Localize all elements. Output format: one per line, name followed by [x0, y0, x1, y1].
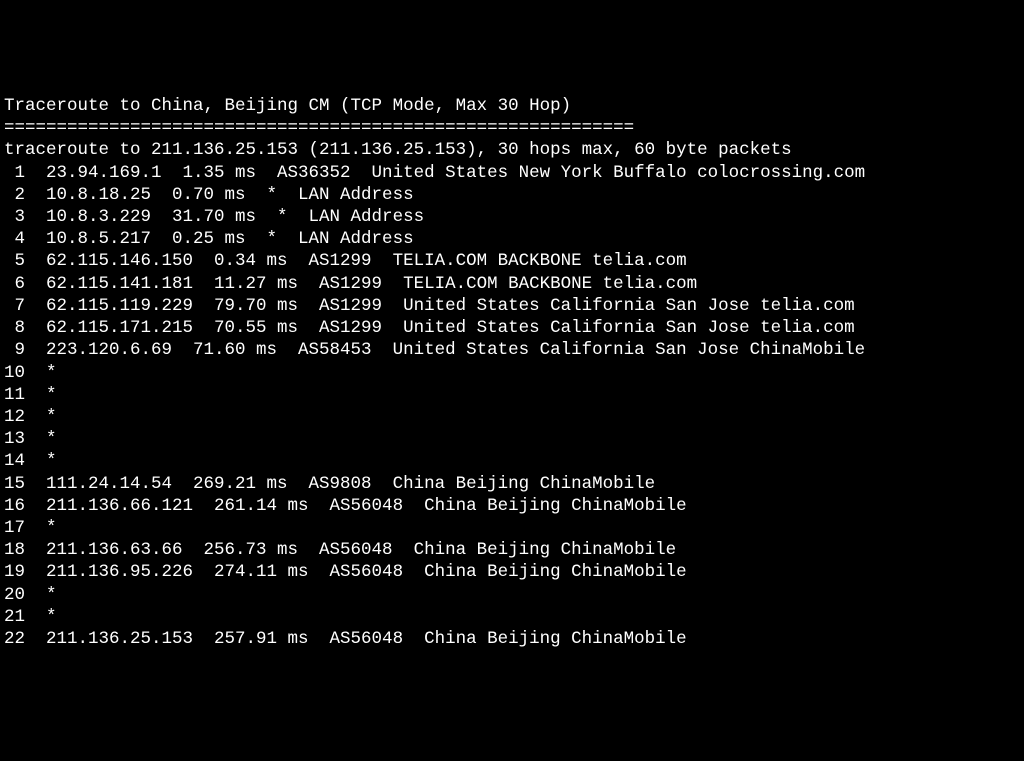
hop-row: 11 * — [4, 384, 1020, 406]
hop-row: 19 211.136.95.226 274.11 ms AS56048 Chin… — [4, 561, 1020, 583]
hop-row: 16 211.136.66.121 261.14 ms AS56048 Chin… — [4, 495, 1020, 517]
hop-row: 3 10.8.3.229 31.70 ms * LAN Address — [4, 206, 1020, 228]
trace-title: Traceroute to China, Beijing CM (TCP Mod… — [4, 95, 1020, 117]
hop-row: 7 62.115.119.229 79.70 ms AS1299 United … — [4, 295, 1020, 317]
hop-row: 14 * — [4, 450, 1020, 472]
hop-row: 18 211.136.63.66 256.73 ms AS56048 China… — [4, 539, 1020, 561]
trace-intro: traceroute to 211.136.25.153 (211.136.25… — [4, 139, 1020, 161]
hop-row: 13 * — [4, 428, 1020, 450]
terminal-output: Traceroute to China, Beijing CM (TCP Mod… — [4, 95, 1020, 650]
hop-row: 21 * — [4, 606, 1020, 628]
hop-row: 15 111.24.14.54 269.21 ms AS9808 China B… — [4, 473, 1020, 495]
hop-row: 4 10.8.5.217 0.25 ms * LAN Address — [4, 228, 1020, 250]
divider-line: ========================================… — [4, 117, 1020, 139]
hop-row: 5 62.115.146.150 0.34 ms AS1299 TELIA.CO… — [4, 250, 1020, 272]
hop-row: 10 * — [4, 362, 1020, 384]
hop-row: 9 223.120.6.69 71.60 ms AS58453 United S… — [4, 339, 1020, 361]
hop-row: 20 * — [4, 584, 1020, 606]
hop-row: 8 62.115.171.215 70.55 ms AS1299 United … — [4, 317, 1020, 339]
hop-row: 2 10.8.18.25 0.70 ms * LAN Address — [4, 184, 1020, 206]
hop-row: 17 * — [4, 517, 1020, 539]
hop-row: 6 62.115.141.181 11.27 ms AS1299 TELIA.C… — [4, 273, 1020, 295]
hops-container: 1 23.94.169.1 1.35 ms AS36352 United Sta… — [4, 162, 1020, 651]
hop-row: 1 23.94.169.1 1.35 ms AS36352 United Sta… — [4, 162, 1020, 184]
hop-row: 12 * — [4, 406, 1020, 428]
hop-row: 22 211.136.25.153 257.91 ms AS56048 Chin… — [4, 628, 1020, 650]
